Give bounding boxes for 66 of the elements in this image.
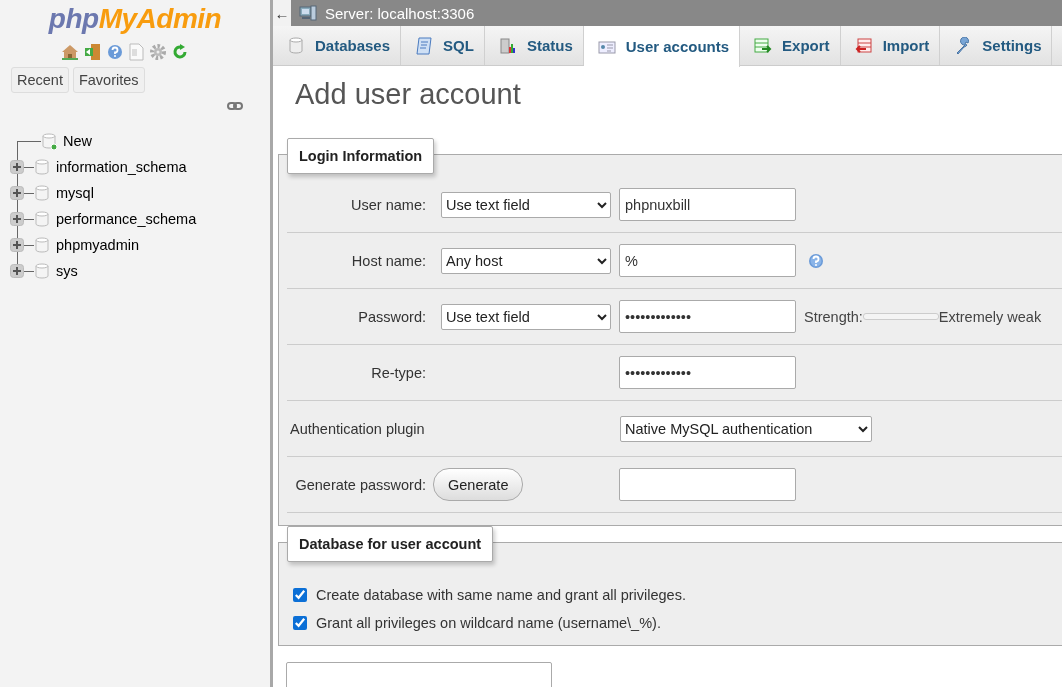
nav-tab[interactable]: User accounts xyxy=(583,26,741,67)
reload-icon xyxy=(171,44,188,60)
expand-icon[interactable] xyxy=(10,160,24,174)
door-exit-icon xyxy=(83,43,102,61)
bar-chart-icon xyxy=(498,36,517,55)
table-arrow-icon xyxy=(754,36,773,55)
database-icon xyxy=(34,262,51,280)
dropdown[interactable]: Any host xyxy=(441,247,611,274)
link-icon xyxy=(227,101,243,111)
field-label: Password: xyxy=(357,308,426,325)
input-field[interactable]: ••••••••••••• xyxy=(619,356,796,389)
sidebar-tab-button[interactable]: Favorites xyxy=(72,67,145,93)
back-button[interactable]: ← xyxy=(273,0,291,26)
tree-item[interactable]: phpmyadmin xyxy=(56,237,139,253)
database-icon xyxy=(34,210,51,228)
database-icon xyxy=(34,236,51,254)
help-icon xyxy=(106,44,123,60)
input-field[interactable]: % xyxy=(619,244,796,277)
dropdown[interactable]: Use text field xyxy=(441,191,611,218)
input-field[interactable]: ••••••••••••• xyxy=(619,300,796,333)
field-label: Generate password: xyxy=(294,476,426,493)
database-add-icon xyxy=(41,132,58,150)
dropdown[interactable]: Native MySQL authentication xyxy=(620,415,872,442)
expand-icon[interactable] xyxy=(10,186,24,200)
strength-text: Extremely weak xyxy=(938,308,1042,325)
fieldset-legend: Login Information xyxy=(287,138,435,174)
sidebar-tab-button[interactable]: Recent xyxy=(11,67,69,93)
nav-tab[interactable]: SQL xyxy=(401,26,485,65)
nav-tab[interactable]: Status xyxy=(484,26,584,65)
checkbox[interactable] xyxy=(293,588,307,602)
server-link[interactable]: Server: localhost:3306 xyxy=(325,4,475,22)
field-label: Authentication plugin xyxy=(290,420,426,437)
tree-item[interactable]: mysql xyxy=(56,185,94,201)
nav-tab[interactable]: Export xyxy=(740,26,841,65)
expand-icon[interactable] xyxy=(10,264,24,278)
input-field[interactable]: phpnuxbill xyxy=(619,188,796,221)
checkbox-label: Grant all privileges on wildcard name (username\_%). xyxy=(316,615,661,631)
checkbox[interactable] xyxy=(293,616,307,630)
database-icon xyxy=(34,184,51,202)
tree-item[interactable]: information_schema xyxy=(56,159,187,175)
database-icon xyxy=(287,36,305,55)
expand-icon[interactable] xyxy=(10,238,24,252)
server-icon xyxy=(299,5,317,21)
checkbox-label: Create database with same name and grant all privileges. xyxy=(316,587,686,603)
strength-label: Strength: xyxy=(804,308,863,325)
database-icon xyxy=(34,158,51,176)
document-icon xyxy=(127,43,144,61)
tree-item[interactable]: New xyxy=(63,133,92,149)
expand-icon[interactable] xyxy=(10,212,24,226)
nav-tab[interactable]: Settings xyxy=(940,26,1053,65)
field-label: Host name: xyxy=(350,252,426,269)
home-icon xyxy=(60,44,79,60)
nav-tab[interactable]: Import xyxy=(840,26,941,65)
settings-icon xyxy=(148,43,167,61)
dropdown[interactable]: Use text field xyxy=(441,303,611,330)
tree-item[interactable]: performance_schema xyxy=(56,211,197,227)
nav-tab[interactable]: Databases xyxy=(273,26,402,65)
logo[interactable]: phpMyAdmin xyxy=(15,0,255,35)
fieldset-legend: Database for user account xyxy=(287,526,494,562)
page-title: Add user account xyxy=(295,78,522,111)
input-field[interactable] xyxy=(619,468,796,501)
field-label: Re-type: xyxy=(370,364,426,381)
tree-item[interactable]: sys xyxy=(56,263,78,279)
scroll-icon xyxy=(415,36,434,55)
generate-button[interactable]: Generate xyxy=(433,468,524,501)
field-label: User name: xyxy=(350,196,426,213)
